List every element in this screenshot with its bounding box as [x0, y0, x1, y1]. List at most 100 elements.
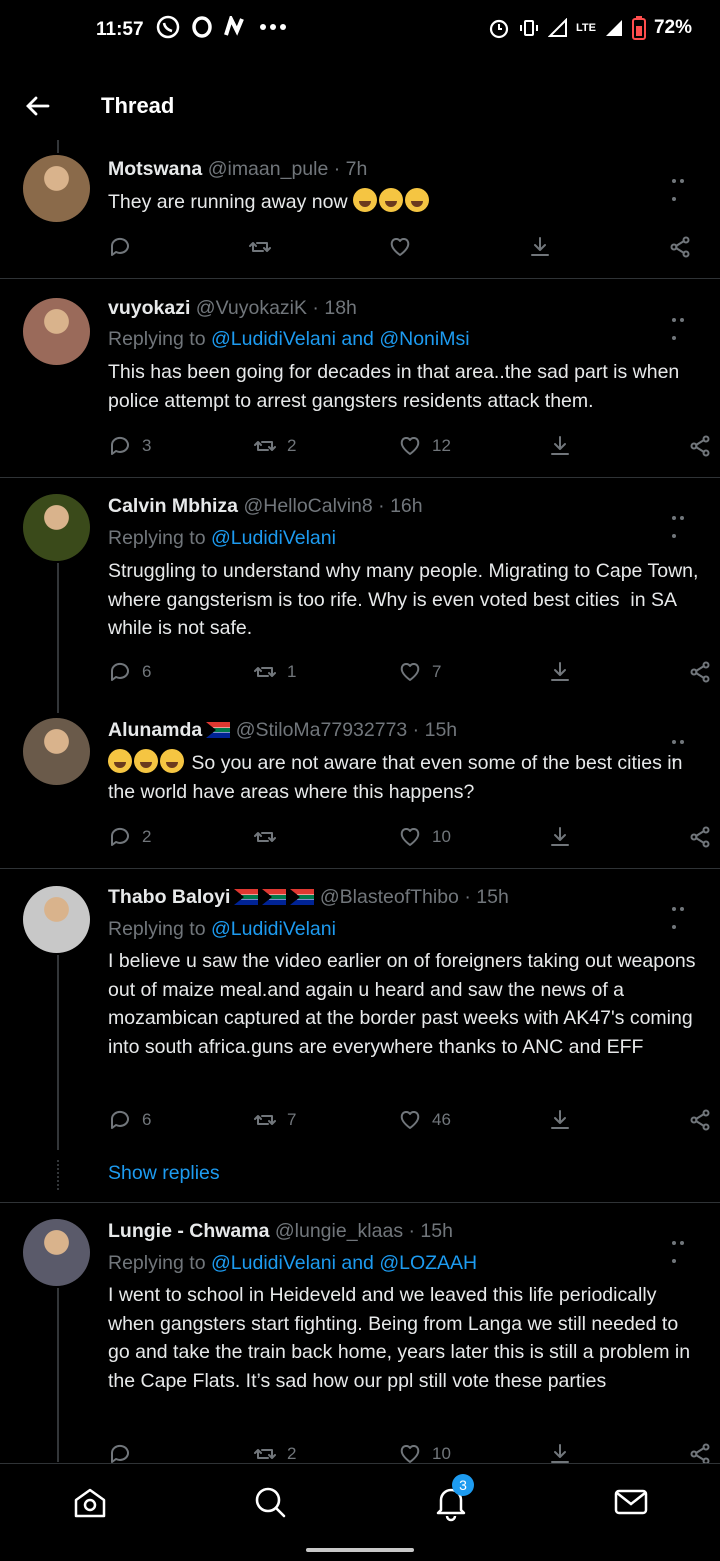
home-icon[interactable] — [70, 1482, 110, 1522]
status-time: 11:57 — [96, 19, 144, 40]
tweet-text: They are running away now — [108, 188, 704, 217]
retweets-count: 2 — [287, 1444, 297, 1463]
more-icon[interactable] — [672, 898, 694, 929]
author-name[interactable]: vuyokazi — [108, 297, 190, 319]
tweet-time: 16h — [390, 495, 423, 517]
divider — [0, 477, 720, 478]
retweet-button[interactable]: 2 — [253, 432, 296, 460]
author-name[interactable]: Alunamda — [108, 719, 202, 741]
reply-button[interactable]: 2 — [108, 823, 151, 851]
tweet-actions: 3 2 12 — [108, 432, 710, 460]
reply-mentions[interactable]: @LudidiVelani — [211, 527, 336, 549]
author-handle[interactable]: @StiloMa77932773 — [236, 719, 408, 741]
download-icon — [548, 660, 572, 684]
messages-icon[interactable] — [611, 1482, 651, 1522]
author-handle[interactable]: @BlasteofThibo — [320, 886, 459, 908]
more-icon[interactable] — [672, 1232, 694, 1263]
search-icon[interactable] — [250, 1482, 290, 1522]
like-button[interactable]: 10 — [398, 823, 451, 851]
more-icon[interactable] — [672, 309, 694, 340]
author-handle[interactable]: @imaan_pule — [208, 158, 329, 180]
like-button[interactable]: 7 — [398, 658, 441, 686]
bottom-navigation — [0, 1463, 720, 1561]
tweet-body: So you are not aware that even some of t… — [108, 752, 688, 803]
replying-to: Replying to @LudidiVelani — [108, 918, 336, 941]
tweet-header: Motswana @imaan_pule · 7h — [108, 158, 367, 181]
retweet-button[interactable]: 7 — [253, 1106, 296, 1134]
tweet-body: This has been going for decades in that … — [108, 361, 685, 412]
south-africa-flag-icon — [262, 889, 287, 905]
retweet-button[interactable]: 1 — [253, 658, 296, 686]
share-button[interactable] — [688, 658, 712, 686]
reply-icon — [108, 235, 132, 259]
download-button[interactable] — [528, 233, 552, 261]
reply-mentions[interactable]: @LudidiVelani and @NoniMsi — [211, 328, 470, 350]
reply-button[interactable] — [108, 233, 132, 261]
share-button[interactable] — [688, 1106, 712, 1134]
share-button[interactable] — [668, 233, 692, 261]
author-name[interactable]: Lungie - Chwama — [108, 1220, 269, 1242]
author-name[interactable]: Thabo Baloyi — [108, 886, 230, 908]
reply-button[interactable]: 3 — [108, 432, 151, 460]
avatar[interactable] — [23, 298, 90, 365]
retweet-icon — [253, 434, 277, 458]
download-button[interactable] — [548, 1106, 572, 1134]
avatar[interactable] — [23, 718, 90, 785]
more-icon[interactable] — [672, 170, 694, 201]
author-handle[interactable]: @HelloCalvin8 — [243, 495, 372, 517]
back-arrow-icon[interactable] — [22, 90, 54, 122]
separator: · — [372, 495, 391, 517]
share-button[interactable] — [688, 823, 712, 851]
avatar[interactable] — [23, 886, 90, 953]
retweet-button[interactable] — [248, 233, 272, 261]
share-icon — [688, 660, 712, 684]
replies-count: 6 — [142, 1110, 152, 1129]
reply-mentions[interactable]: @LudidiVelani — [211, 918, 336, 940]
like-icon — [398, 825, 422, 849]
like-icon — [398, 1108, 422, 1132]
signal-icon — [548, 18, 567, 37]
author-handle[interactable]: @VuyokaziK — [196, 297, 307, 319]
author-name[interactable]: Motswana — [108, 158, 202, 180]
vibrate-icon — [520, 20, 538, 36]
author-handle[interactable]: @lungie_klaas — [275, 1220, 403, 1242]
download-button[interactable] — [548, 432, 572, 460]
tweet-time: 7h — [345, 158, 368, 180]
handle-and-time: @StiloMa77932773 · 15h — [230, 719, 457, 741]
notifications-badge: 3 — [452, 1474, 474, 1496]
author-name[interactable]: Calvin Mbhiza — [108, 495, 238, 517]
status-bar: 11:57 LTE 72% — [0, 0, 720, 60]
like-button[interactable]: 12 — [398, 432, 451, 460]
tweet-text: So you are not aware that even some of t… — [108, 749, 704, 806]
replying-to: Replying to @LudidiVelani — [108, 527, 336, 550]
thread-line — [57, 563, 59, 713]
like-button[interactable] — [388, 233, 412, 261]
more-icon[interactable] — [672, 507, 694, 538]
south-africa-flag-icon — [290, 889, 315, 905]
handle-and-time: @imaan_pule · 7h — [202, 158, 368, 180]
more-icon[interactable] — [672, 731, 694, 762]
share-icon — [688, 434, 712, 458]
thread-line-dotted — [57, 1160, 61, 1190]
divider — [0, 868, 720, 869]
laughing-emoji-icon — [404, 188, 429, 212]
tweet-time: 18h — [324, 297, 357, 319]
avatar[interactable] — [23, 1219, 90, 1286]
download-button[interactable] — [548, 823, 572, 851]
retweet-button[interactable] — [253, 823, 277, 851]
avatar[interactable] — [23, 155, 90, 222]
tweet-text: Struggling to understand why many people… — [108, 557, 704, 643]
avatar[interactable] — [23, 494, 90, 561]
reply-icon — [108, 1108, 132, 1132]
separator: · — [458, 886, 477, 908]
show-replies-link[interactable]: Show replies — [108, 1162, 220, 1185]
share-button[interactable] — [688, 432, 712, 460]
download-button[interactable] — [548, 658, 572, 686]
tweet-header: Lungie - Chwama @lungie_klaas · 15h — [108, 1220, 453, 1243]
south-africa-flag-icon — [206, 722, 231, 738]
reply-button[interactable]: 6 — [108, 658, 151, 686]
reply-button[interactable]: 6 — [108, 1106, 151, 1134]
thread-line — [57, 140, 59, 153]
reply-mentions[interactable]: @LudidiVelani and @LOZAAH — [211, 1252, 477, 1274]
like-button[interactable]: 46 — [398, 1106, 451, 1134]
